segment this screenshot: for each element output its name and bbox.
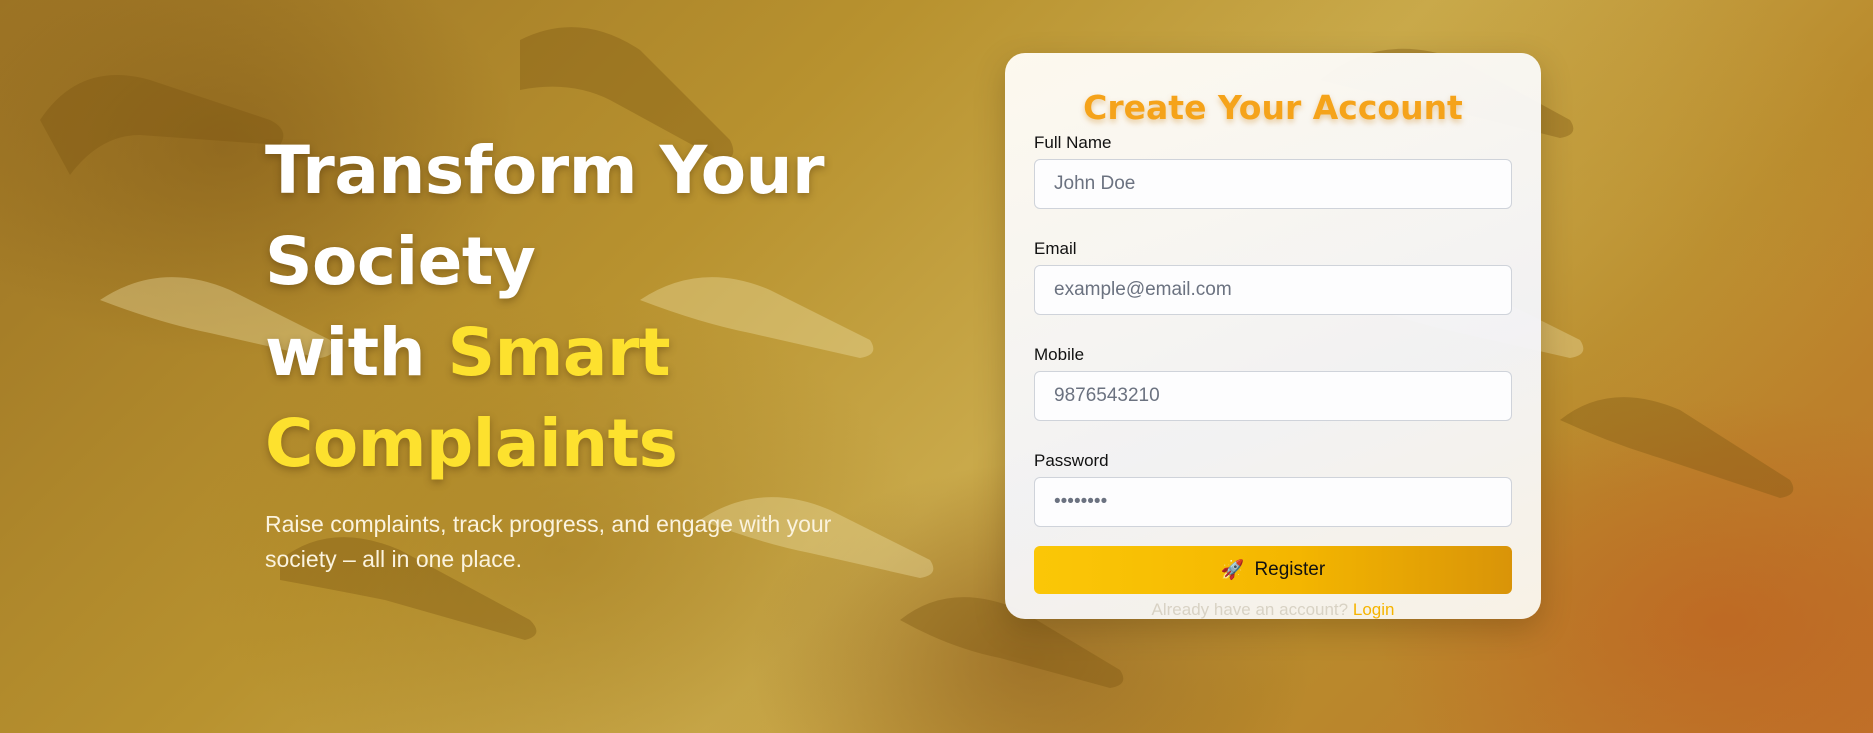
password-field: Password: [1034, 451, 1512, 527]
mobile-input[interactable]: [1034, 371, 1512, 421]
hero-subtitle: Raise complaints, track progress, and en…: [265, 511, 832, 572]
hero-highlight-smart: Smart: [447, 314, 671, 391]
full-name-field: Full Name: [1034, 133, 1512, 209]
register-card: Create Your Account Full Name Email Mobi…: [1005, 53, 1541, 619]
hero-line-3-prefix: with: [265, 314, 448, 391]
mobile-label: Mobile: [1034, 345, 1085, 364]
login-prompt-text: Already have an account?: [1151, 600, 1349, 619]
mobile-field: Mobile: [1034, 345, 1512, 421]
register-button[interactable]: 🚀 Register: [1034, 546, 1512, 594]
hero-highlight-complaints: Complaints: [265, 405, 678, 482]
email-field: Email: [1034, 239, 1512, 315]
form-title: Create Your Account: [1083, 88, 1463, 127]
rocket-icon: 🚀: [1220, 560, 1245, 581]
hero-section: Transform Your Society with Smart Compla…: [265, 125, 905, 577]
full-name-label: Full Name: [1034, 133, 1112, 152]
full-name-input[interactable]: [1034, 159, 1512, 209]
register-button-label: Register: [1254, 559, 1326, 580]
password-label: Password: [1034, 451, 1109, 470]
hero-line-2: Society: [265, 223, 536, 300]
login-link[interactable]: Login: [1353, 600, 1395, 619]
hero-line-1: Transform Your: [265, 132, 825, 209]
email-label: Email: [1034, 239, 1077, 258]
hero-heading: Transform Your Society with Smart Compla…: [265, 125, 905, 489]
login-prompt: Already have an account? Login: [1034, 600, 1512, 620]
password-input[interactable]: [1034, 477, 1512, 527]
email-input[interactable]: [1034, 265, 1512, 315]
